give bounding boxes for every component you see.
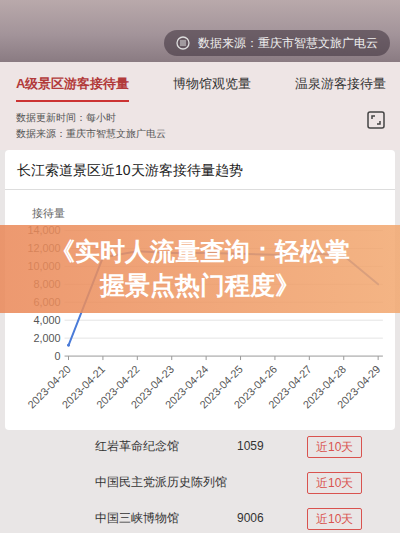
- y-tick: 2,000: [33, 332, 60, 344]
- title-banner: 《实时人流量查询：轻松掌握景点热门程度》: [0, 225, 400, 313]
- app: 数据来源：重庆市智慧文旅广电云 A级景区游客接待量 博物馆观览量 温泉游客接待量 数…: [0, 0, 400, 533]
- venue-name: 中国三峡博物馆: [95, 508, 237, 528]
- database-icon: [176, 36, 190, 50]
- grid-line: [65, 355, 383, 356]
- tab[interactable]: A级景区游客接待量: [16, 74, 129, 102]
- chart-title: 长江索道景区近10天游客接待量趋势: [5, 150, 395, 190]
- x-tick: 2023-04-29: [335, 363, 383, 411]
- source-badge: 数据来源：重庆市智慧文旅广电云: [164, 30, 390, 56]
- tab[interactable]: 博物馆观览量: [173, 74, 251, 102]
- x-tick-mark: [274, 356, 275, 360]
- grid-line: [65, 337, 383, 338]
- x-tick-mark: [171, 356, 172, 360]
- source-text: 数据来源：重庆市智慧文旅广电云: [198, 34, 378, 52]
- y-tick: 0: [55, 350, 61, 362]
- trend-button[interactable]: 近10天: [307, 508, 362, 530]
- x-tick-mark: [137, 356, 138, 360]
- banner-title: 《实时人流量查询：轻松掌握景点热门程度》: [50, 235, 350, 303]
- venue-row: 中国三峡博物馆9006近10天: [0, 502, 400, 533]
- trend-button[interactable]: 近10天: [307, 472, 362, 494]
- venue-name: 中国民主党派历史陈列馆: [95, 472, 237, 492]
- data-point: [67, 344, 70, 347]
- venue-count: 9006: [237, 509, 307, 527]
- venue-row: 中国民主党派历史陈列馆 近10天: [0, 462, 400, 502]
- x-tick-mark: [309, 356, 310, 360]
- y-tick: 4,000: [33, 314, 60, 326]
- x-tick-mark: [378, 356, 379, 360]
- info-line: 数据更新时间：每小时: [16, 110, 390, 126]
- grid-line: [65, 319, 383, 320]
- button-cell: 近10天: [307, 470, 400, 494]
- venue-count: 1059: [237, 437, 307, 455]
- x-tick-mark: [343, 356, 344, 360]
- trend-button[interactable]: 近10天: [307, 436, 362, 458]
- venue-list: 红岩革命纪念馆1059近10天中国民主党派历史陈列馆近10天中国三峡博物馆900…: [0, 430, 400, 533]
- fullscreen-icon[interactable]: [366, 110, 386, 130]
- x-tick-mark: [240, 356, 241, 360]
- info-line: 数据来源：重庆市智慧文旅广电云: [16, 126, 390, 142]
- y-axis-label: 接待量: [32, 206, 65, 218]
- info-block: 数据更新时间：每小时数据来源：重庆市智慧文旅广电云: [16, 110, 390, 142]
- header-photo: 数据来源：重庆市智慧文旅广电云: [0, 0, 400, 62]
- venue-row: 红岩革命纪念馆1059近10天: [0, 430, 400, 462]
- x-tick-mark: [102, 356, 103, 360]
- x-tick-mark: [68, 356, 69, 360]
- database-icon-ring: [177, 37, 189, 49]
- tab[interactable]: 温泉游客接待量: [295, 74, 386, 102]
- tab-bar: A级景区游客接待量 博物馆观览量 温泉游客接待量: [16, 74, 390, 102]
- button-cell: 近10天: [307, 434, 400, 458]
- x-tick-mark: [206, 356, 207, 360]
- button-cell: 近10天: [307, 506, 400, 530]
- tab-panel: A级景区游客接待量 博物馆观览量 温泉游客接待量 数据更新时间：每小时数据来源：重庆…: [0, 62, 400, 150]
- database-icon-lines: [180, 41, 186, 45]
- venue-name: 红岩革命纪念馆: [95, 436, 237, 456]
